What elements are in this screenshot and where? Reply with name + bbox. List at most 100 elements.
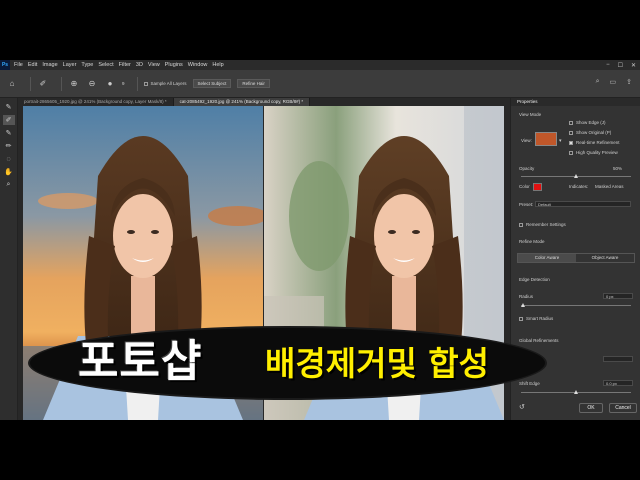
view-label: View: [521, 138, 532, 143]
opacity-slider-handle[interactable] [573, 174, 578, 178]
maximize-button[interactable]: ☐ [618, 62, 623, 69]
show-edge-label: Show Edge (J) [576, 120, 606, 125]
indicates-dropdown[interactable]: Masked Areas [595, 184, 624, 189]
menu-edit[interactable]: Edit [28, 62, 37, 68]
remember-settings-checkbox[interactable] [519, 222, 523, 227]
menu-filter[interactable]: Filter [119, 62, 131, 68]
show-edge-row: Show Edge (J) [569, 120, 606, 125]
ok-button[interactable]: OK [579, 403, 603, 413]
smooth-field[interactable] [603, 356, 633, 362]
lasso-tool-icon[interactable]: ◌ [3, 154, 15, 164]
shift-edge-label: Shift Edge [519, 381, 540, 386]
opacity-value[interactable]: 50% [613, 166, 622, 171]
menu-window[interactable]: Window [188, 62, 208, 68]
cancel-button[interactable]: Cancel [609, 403, 637, 413]
radius-field[interactable]: 0 px [603, 293, 633, 299]
options-bar: ⌂ ✐ ⊕ ⊖ ● 9 Sample All Layers Select Sub… [0, 70, 640, 98]
refine-hair-button[interactable]: Refine Hair [237, 79, 270, 88]
menu-bar: Ps File Edit Image Layer Type Select Fil… [0, 60, 640, 70]
view-thumbnail[interactable] [535, 132, 557, 146]
tab-portrait[interactable]: portrait-2865605_1920.jpg @ 241% (Backgr… [18, 98, 174, 106]
menu-3d[interactable]: 3D [136, 62, 143, 68]
color-aware-button[interactable]: Color Aware [518, 254, 576, 262]
tab-cat[interactable]: cat-2085492_1920.jpg @ 241% (Background … [173, 98, 311, 106]
divider [61, 76, 62, 91]
preset-label: Preset: [519, 202, 534, 207]
preset-dropdown[interactable]: Default [535, 201, 631, 207]
refine-edge-brush-icon[interactable]: ✎ [3, 128, 15, 138]
refine-mode-toggle: Color Aware Object Aware [517, 253, 635, 263]
sample-all-layers-checkbox[interactable] [143, 81, 148, 86]
opacity-slider[interactable] [521, 174, 631, 178]
menu-select[interactable]: Select [98, 62, 113, 68]
letterbox-top [0, 0, 640, 60]
subtract-selection-icon[interactable]: ⊖ [86, 78, 98, 90]
object-aware-button[interactable]: Object Aware [576, 254, 634, 262]
shift-edge-field[interactable]: 0.0 px [603, 380, 633, 386]
menu-view[interactable]: View [148, 62, 160, 68]
document-tabs: portrait-2865605_1920.jpg @ 241% (Backgr… [18, 98, 510, 106]
options-right-icons: ⌕ ▭ ⇪ [596, 78, 632, 86]
color-swatch[interactable] [533, 183, 542, 191]
menu-help[interactable]: Help [212, 62, 223, 68]
show-edge-checkbox[interactable] [569, 120, 573, 125]
banner-subtitle-text: 배경제거및 합성 [265, 344, 490, 383]
menu-image[interactable]: Image [42, 62, 57, 68]
brush-tool-icon[interactable]: ✏ [3, 141, 15, 151]
refine-mode-heading[interactable]: Refine Mode [519, 239, 545, 244]
smart-radius-row: Smart Radius [519, 316, 553, 321]
menu-type[interactable]: Type [81, 62, 93, 68]
zoom-tool-icon[interactable]: ⌕ [3, 180, 15, 190]
shift-edge-slider[interactable] [521, 390, 631, 394]
menu-layer[interactable]: Layer [63, 62, 77, 68]
edge-detection-heading[interactable]: Edge Detection [519, 277, 550, 282]
view-mode-heading: View Mode [519, 112, 542, 117]
close-button[interactable]: ✕ [631, 62, 636, 69]
high-quality-preview-label: High Quality Preview [576, 150, 618, 155]
smart-radius-label: Smart Radius [526, 316, 554, 321]
brush-preset-icon[interactable]: ● [104, 78, 116, 90]
realtime-refinement-label: Real-time Refinement [576, 140, 620, 145]
global-refinements-heading[interactable]: Global Refinements [519, 338, 559, 343]
radius-label: Radius [519, 294, 534, 299]
smart-radius-checkbox[interactable] [519, 316, 523, 321]
window-controls: − ☐ ✕ [606, 60, 636, 70]
select-subject-button[interactable]: Select Subject [192, 79, 232, 88]
quick-selection-tool-icon[interactable]: ✐ [2, 115, 15, 125]
share-icon[interactable]: ⇪ [626, 78, 632, 86]
shift-edge-slider-handle[interactable] [574, 390, 578, 394]
opacity-label: Opacity [519, 166, 535, 171]
realtime-refinement-checkbox[interactable] [569, 140, 573, 145]
menu-plugins[interactable]: Plugins [165, 62, 183, 68]
minimize-button[interactable]: − [606, 62, 610, 68]
hand-tool-icon[interactable]: ✋ [3, 167, 15, 177]
reset-icon[interactable]: ↺ [519, 403, 525, 411]
high-quality-preview-checkbox[interactable] [569, 150, 573, 155]
sample-all-layers-label: Sample All Layers [150, 81, 187, 86]
brush-size-value[interactable]: 9 [122, 81, 125, 86]
show-original-label: Show Original (P) [576, 130, 612, 135]
show-original-row: Show Original (P) [569, 130, 611, 135]
radius-slider-handle[interactable] [521, 303, 525, 307]
menu-file[interactable]: File [14, 62, 23, 68]
search-icon[interactable]: ⌕ [596, 78, 600, 86]
realtime-refinement-row: Real-time Refinement [569, 140, 620, 145]
divider [136, 76, 138, 91]
high-quality-preview-row: High Quality Preview [569, 150, 618, 155]
workspace-icon[interactable]: ▭ [610, 78, 617, 86]
add-selection-icon[interactable]: ⊕ [68, 78, 80, 90]
color-label: Color [519, 184, 530, 189]
quick-selection-tool-icon[interactable]: ✐ [37, 78, 49, 90]
radius-slider[interactable] [521, 303, 631, 307]
home-icon[interactable]: ⌂ [6, 78, 18, 90]
remember-settings-row: Remember Settings [519, 222, 566, 227]
show-original-checkbox[interactable] [569, 130, 573, 135]
banner-photoshop-text: 포토샵 [78, 336, 203, 387]
chevron-down-icon[interactable]: ▾ [559, 138, 562, 144]
panel-title: Properties [511, 98, 640, 106]
remember-settings-label: Remember Settings [526, 222, 566, 227]
indicates-label: Indicates: [569, 184, 589, 189]
photoshop-logo: Ps [0, 60, 10, 70]
tools-panel: ✎ ✐ ✎ ✏ ◌ ✋ ⌕ [0, 98, 18, 420]
brush-tool-icon[interactable]: ✎ [3, 102, 15, 112]
